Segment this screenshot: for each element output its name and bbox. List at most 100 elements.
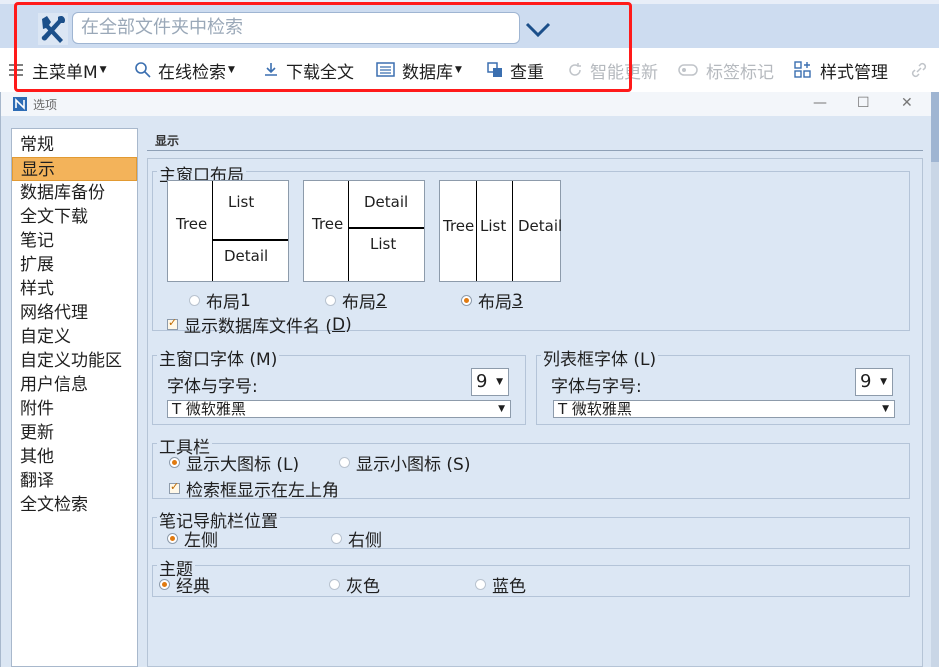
layout-1-key: 1 <box>240 290 251 311</box>
grid-icon <box>794 61 811 78</box>
toolbar-group: 工具栏 显示大图标 (L) 显示小图标 (S) 检索框显示在左上角 <box>152 433 910 501</box>
radio-selected-icon <box>167 533 178 544</box>
layout-3-radio[interactable]: 布局 3 <box>461 288 523 313</box>
layout-preview-3[interactable]: Tree List Detail <box>439 180 563 282</box>
nav-item-fulltext-download[interactable]: 全文下载 <box>12 205 137 229</box>
layout-tree-label: Tree <box>312 215 344 233</box>
list-font-size-select[interactable]: 9 ▼ <box>855 368 893 396</box>
tag-mark-label: 标签标记 <box>706 62 774 83</box>
minimize-icon[interactable]: — <box>813 95 827 111</box>
nav-item-other[interactable]: 其他 <box>12 445 137 469</box>
layout-preview-2[interactable]: Tree Detail List <box>303 180 425 282</box>
main-layout-group: 主窗口布局 Tree List Detail Tree Detail List … <box>152 161 910 337</box>
caret-icon: ▼ <box>496 377 503 387</box>
display-settings-panel: 主窗口布局 Tree List Detail Tree Detail List … <box>147 158 923 667</box>
radio-icon <box>189 295 200 306</box>
main-font-family-select[interactable]: T 微软雅黑 ▼ <box>167 400 511 418</box>
radio-icon <box>331 533 342 544</box>
main-font-size-select[interactable]: 9 ▼ <box>471 368 509 396</box>
list-font-family-value: T 微软雅黑 <box>558 400 632 418</box>
list-font-family-select[interactable]: T 微软雅黑 ▼ <box>553 400 895 418</box>
main-font-size-value: 9 <box>476 371 488 392</box>
search-top-left-label: 检索框显示在左上角 <box>186 481 339 501</box>
theme-classic-radio[interactable]: 经典 <box>159 572 210 597</box>
theme-gray-label: 灰色 <box>346 577 380 597</box>
main-font-family-value: T 微软雅黑 <box>172 400 246 418</box>
layout-list-label: List <box>370 235 397 253</box>
layout-tree-label: Tree <box>176 215 208 233</box>
small-icons-radio[interactable]: 显示小图标 (S) <box>339 450 470 475</box>
caret-icon: ▼ <box>880 377 887 387</box>
note-nav-right-radio[interactable]: 右侧 <box>331 526 382 551</box>
nav-item-styles[interactable]: 样式 <box>12 277 137 301</box>
section-title: 显示 <box>155 134 180 148</box>
search-top-left-checkbox[interactable]: 检索框显示在左上角 <box>169 476 339 501</box>
nav-item-proxy[interactable]: 网络代理 <box>12 301 137 325</box>
layout-detail-label: Detail <box>364 193 409 211</box>
layout-2-radio[interactable]: 布局 2 <box>325 288 387 313</box>
layout-list-label: List <box>228 193 255 211</box>
layout-detail-label: Detail <box>518 217 563 235</box>
nav-item-display[interactable]: 显示 <box>12 157 137 181</box>
maximize-icon[interactable]: ☐ <box>857 95 870 111</box>
note-nav-left-radio[interactable]: 左侧 <box>167 526 218 551</box>
layout-detail-label: Detail <box>224 247 269 265</box>
show-db-filename-checkbox[interactable]: 显示数据库文件名 (D) <box>167 312 352 337</box>
main-font-size-label: 字体与字号: <box>167 377 258 397</box>
show-db-filename-key: D <box>332 314 346 335</box>
layout-divider <box>512 181 513 281</box>
show-db-filename-label: 显示数据库文件名 ( <box>184 317 333 337</box>
nav-item-fulltext-search[interactable]: 全文检索 <box>12 493 137 517</box>
main-font-group: 主窗口字体 (M) 字体与字号: 9 ▼ T 微软雅黑 ▼ <box>152 345 526 425</box>
caret-icon: ▼ <box>498 404 505 414</box>
section-divider <box>147 150 923 151</box>
nav-item-attachments[interactable]: 附件 <box>12 397 137 421</box>
radio-icon <box>339 457 350 468</box>
main-font-title: 主窗口字体 (M) <box>157 345 280 370</box>
theme-gray-radio[interactable]: 灰色 <box>329 572 380 597</box>
style-manage-button[interactable]: 样式管理 <box>794 58 888 83</box>
nav-item-custom[interactable]: 自定义 <box>12 325 137 349</box>
nav-item-extensions[interactable]: 扩展 <box>12 253 137 277</box>
large-icons-label: 显示大图标 (L) <box>186 455 300 475</box>
app-logo-icon <box>13 97 27 111</box>
link-icon[interactable] <box>910 58 934 82</box>
theme-group: 主题 经典 灰色 蓝色 <box>152 555 910 597</box>
radio-selected-icon <box>169 457 180 468</box>
options-dialog: 选项 — ☐ ✕ 常规 显示 数据库备份 全文下载 笔记 扩展 样式 网络代理 … <box>0 92 931 667</box>
layout-preview-1[interactable]: Tree List Detail <box>167 180 289 282</box>
close-icon[interactable]: ✕ <box>901 95 913 111</box>
note-nav-group: 笔记导航栏位置 左侧 右侧 <box>152 507 910 551</box>
theme-blue-label: 蓝色 <box>492 577 526 597</box>
nav-item-translate[interactable]: 翻译 <box>12 469 137 493</box>
dialog-titlebar: 选项 — ☐ ✕ <box>1 92 931 116</box>
nav-item-notes[interactable]: 笔记 <box>12 229 137 253</box>
nav-item-db-backup[interactable]: 数据库备份 <box>12 181 137 205</box>
large-icons-radio[interactable]: 显示大图标 (L) <box>169 450 299 475</box>
nav-item-general[interactable]: 常规 <box>12 133 137 157</box>
background-window-edge <box>930 92 939 667</box>
tag-mark-button[interactable]: 标签标记 <box>678 58 774 83</box>
radio-selected-icon <box>159 579 170 590</box>
options-nav-list: 常规 显示 数据库备份 全文下载 笔记 扩展 样式 网络代理 自定义 自定义功能… <box>11 128 138 667</box>
nav-item-custom-ribbon[interactable]: 自定义功能区 <box>12 349 137 373</box>
layout-2-label: 布局 <box>342 293 376 313</box>
background-window-edge-top <box>930 92 939 162</box>
layout-divider <box>476 181 477 281</box>
theme-blue-radio[interactable]: 蓝色 <box>475 572 526 597</box>
style-manage-label: 样式管理 <box>820 62 888 83</box>
layout-1-radio[interactable]: 布局 1 <box>189 288 251 313</box>
nav-item-updates[interactable]: 更新 <box>12 421 137 445</box>
checkbox-checked-icon <box>167 316 178 330</box>
radio-selected-icon <box>461 295 472 306</box>
layout-2-key: 2 <box>376 290 387 311</box>
list-font-group: 列表框字体 (L) 字体与字号: 9 ▼ T 微软雅黑 ▼ <box>536 345 910 425</box>
nav-item-user-info[interactable]: 用户信息 <box>12 373 137 397</box>
note-nav-left-label: 左侧 <box>184 531 218 551</box>
show-db-filename-close: ) <box>345 314 352 335</box>
layout-3-key: 3 <box>512 290 523 311</box>
checkbox-checked-icon <box>169 480 180 494</box>
layout-divider <box>348 227 424 229</box>
radio-icon <box>475 579 486 590</box>
dialog-title: 选项 <box>33 98 58 112</box>
